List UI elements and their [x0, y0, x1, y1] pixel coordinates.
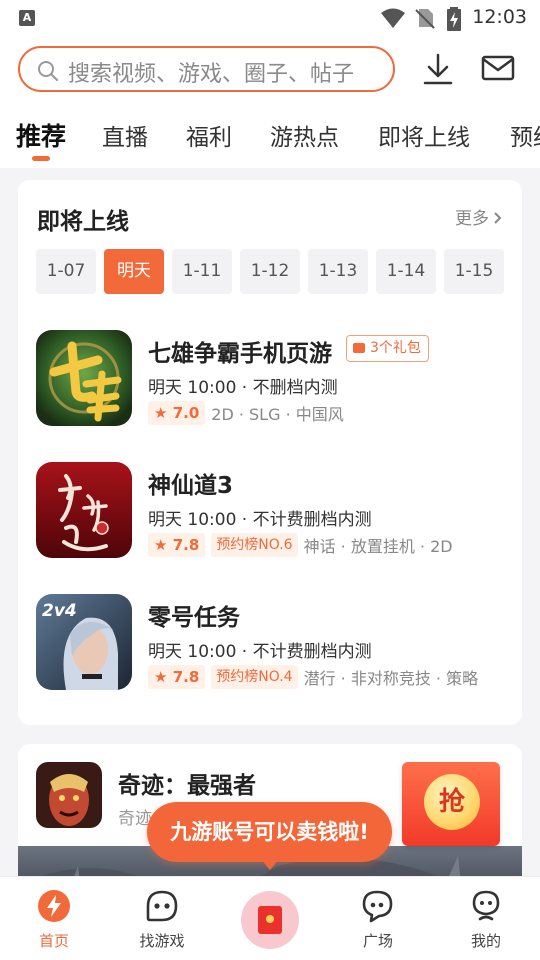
status-bar: A 12:03	[0, 0, 540, 36]
active-tab-indicator	[32, 156, 50, 161]
rating-value: 7.8	[172, 536, 200, 554]
star-icon: ★	[154, 536, 168, 554]
tab-reservation[interactable]: 预约	[510, 118, 540, 152]
search-icon	[38, 61, 59, 82]
rating-value: 7.0	[172, 404, 200, 422]
home-bolt-icon	[38, 890, 70, 922]
download-icon	[423, 53, 453, 85]
tab-upcoming[interactable]: 即将上线	[378, 118, 470, 152]
bottom-nav: 首页 找游戏 广场 我的	[0, 876, 540, 960]
rating-badge: ★ 7.8	[148, 665, 206, 689]
download-button[interactable]	[418, 51, 458, 87]
date-chip[interactable]: 1-07	[36, 249, 96, 294]
game-item[interactable]: 2v4 零号任务 明天 10:00 · 不计费删档内测 ★ 7.8 预约榜NO.4…	[36, 594, 516, 694]
search-input[interactable]: 搜索视频、游戏、圈子、帖子	[18, 46, 395, 92]
nav-label: 找游戏	[139, 932, 185, 950]
nav-label: 广场	[362, 932, 393, 950]
toast-tail	[260, 858, 280, 870]
notification-app-icon: A	[19, 10, 35, 26]
nav-home[interactable]: 首页	[14, 877, 94, 960]
game-tags: 神话 · 放置挂机 · 2D	[303, 537, 453, 556]
star-icon: ★	[154, 404, 168, 422]
date-chip[interactable]: 1-13	[308, 249, 368, 294]
red-packet-button[interactable]: 抢	[402, 762, 500, 846]
featured-game-name: 奇迹：最强者	[118, 773, 256, 799]
game-meta: ★ 7.0 2D · SLG · 中国风	[148, 401, 344, 427]
rank-badge: 预约榜NO.6	[211, 533, 298, 557]
header: 搜索视频、游戏、圈子、帖子	[0, 36, 540, 106]
game-tags: 潜行 · 非对称竞技 · 策略	[303, 669, 479, 688]
game-icon[interactable]	[36, 330, 132, 426]
game-name: 七雄争霸手机页游	[148, 341, 332, 367]
tab-hot-news[interactable]: 游热点	[270, 118, 339, 152]
nav-label: 我的	[470, 932, 501, 950]
card-title: 即将上线	[37, 209, 129, 235]
tab-welfare[interactable]: 福利	[186, 118, 232, 152]
tab-live[interactable]: 直播	[102, 118, 148, 152]
search-placeholder: 搜索视频、游戏、圈子、帖子	[68, 62, 355, 87]
mail-icon	[481, 55, 515, 81]
game-item[interactable]: 七雄争霸手机页游 3个礼包 明天 10:00 · 不删档内测 ★ 7.0 2D ·…	[36, 330, 516, 430]
nav-label: 首页	[38, 932, 69, 950]
gift-icon	[353, 343, 365, 353]
game-launch-time: 明天 10:00 · 不计费删档内测	[148, 510, 372, 530]
red-envelope-center-button[interactable]	[241, 891, 299, 949]
gift-label: 3个礼包	[370, 340, 421, 356]
game-name: 神仙道3	[148, 473, 234, 499]
game-launch-time: 明天 10:00 · 不删档内测	[148, 378, 338, 398]
rating-value: 7.8	[172, 668, 200, 686]
date-chip[interactable]: 1-14	[376, 249, 436, 294]
game-item[interactable]: 神仙道3 明天 10:00 · 不计费删档内测 ★ 7.8 预约榜NO.6 神话 ·…	[36, 462, 516, 562]
date-selector: 1-07 明天 1-11 1-12 1-13 1-14 1-15	[36, 249, 506, 294]
profile-icon	[472, 890, 500, 921]
tab-recommend[interactable]: 推荐	[16, 117, 66, 153]
featured-game-icon[interactable]	[36, 762, 102, 828]
nav-find-games[interactable]: 找游戏	[122, 877, 202, 960]
game-name: 零号任务	[148, 605, 240, 631]
clock: 12:03	[472, 6, 527, 28]
rating-badge: ★ 7.8	[148, 533, 206, 557]
date-chip[interactable]: 1-12	[240, 249, 300, 294]
messages-button[interactable]	[478, 51, 518, 87]
nav-profile[interactable]: 我的	[446, 877, 526, 960]
promo-toast[interactable]: 九游账号可以卖钱啦!	[147, 802, 392, 862]
more-link[interactable]: 更多	[455, 204, 502, 229]
star-icon: ★	[154, 668, 168, 686]
game-launch-time: 明天 10:00 · 不计费删档内测	[148, 642, 372, 662]
svg-text:2v4: 2v4	[42, 601, 77, 621]
game-tags: 2D · SLG · 中国风	[211, 405, 344, 424]
category-tabs: 推荐 直播 福利 游热点 即将上线 预约	[0, 106, 540, 168]
nav-plaza[interactable]: 广场	[338, 877, 418, 960]
game-icon[interactable]	[36, 462, 132, 558]
game-icon[interactable]: 2v4	[36, 594, 132, 690]
red-envelope-icon	[258, 906, 282, 934]
no-sim-icon	[415, 9, 435, 29]
battery-charging-icon	[447, 7, 461, 31]
rank-badge: 预约榜NO.4	[211, 665, 298, 689]
game-meta: ★ 7.8 预约榜NO.6 神话 · 放置挂机 · 2D	[148, 533, 453, 559]
wifi-icon	[381, 8, 405, 28]
date-chip-selected[interactable]: 明天	[104, 249, 164, 294]
rating-badge: ★ 7.0	[148, 401, 206, 425]
gamepad-face-icon	[146, 890, 178, 922]
upcoming-card: 即将上线 更多 1-07 明天 1-11 1-12 1-13 1-14 1-15	[18, 180, 522, 725]
chat-bubbles-icon	[362, 890, 393, 923]
red-packet-label: 抢	[424, 774, 480, 830]
date-chip[interactable]: 1-15	[444, 249, 504, 294]
more-label: 更多	[455, 209, 489, 229]
game-meta: ★ 7.8 预约榜NO.4 潜行 · 非对称竞技 · 策略	[148, 665, 478, 691]
gift-badge[interactable]: 3个礼包	[346, 335, 429, 362]
chevron-right-icon	[494, 212, 502, 224]
date-chip[interactable]: 1-11	[172, 249, 232, 294]
